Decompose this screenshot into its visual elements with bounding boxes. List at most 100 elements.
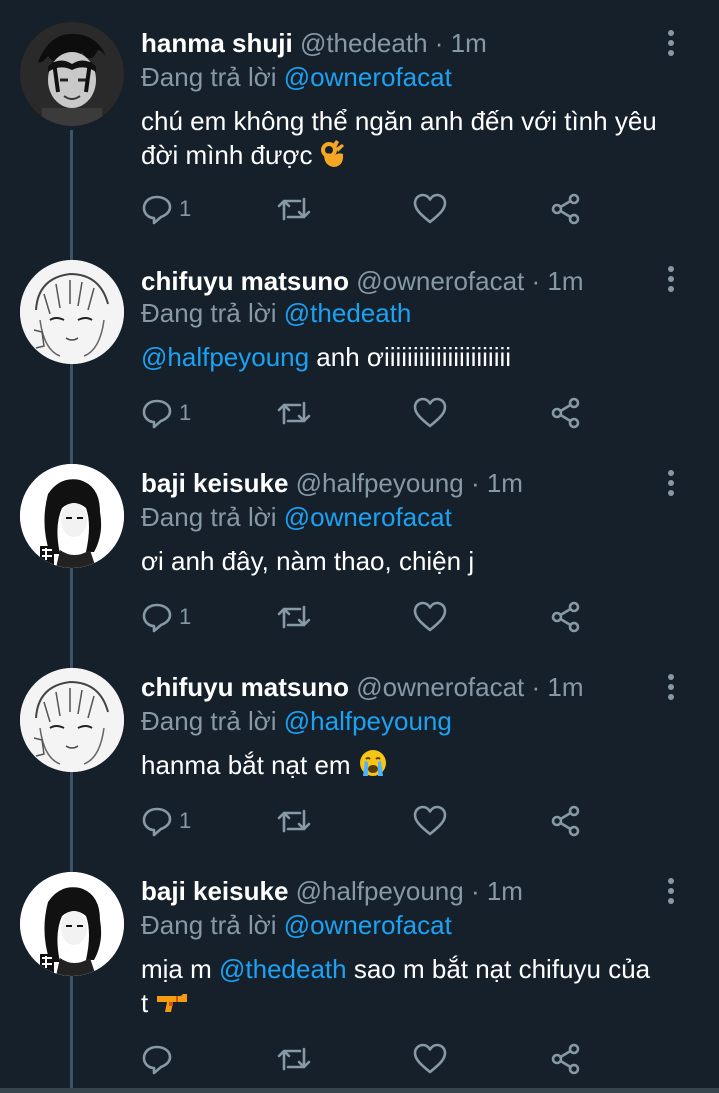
retweet-button[interactable]	[276, 600, 312, 634]
avatar[interactable]	[20, 668, 124, 772]
avatar[interactable]	[20, 872, 124, 976]
display-name[interactable]: chifuyu matsuno	[141, 672, 349, 702]
reply-count: 1	[179, 808, 192, 833]
timestamp[interactable]: 1m	[547, 672, 583, 702]
tweet-header: chifuyu matsuno @ownerofacat · 1m	[141, 670, 584, 704]
replying-to: Đang trả lời @ownerofacat	[141, 500, 452, 534]
tweet-actions: 1	[141, 600, 601, 634]
separator: ·	[463, 876, 487, 906]
retweet-icon	[277, 401, 311, 425]
like-button[interactable]	[413, 192, 447, 226]
tweet-body: chú em không thể ngăn anh đến với tình y…	[141, 104, 681, 176]
tweet-header: chifuyu matsuno @ownerofacat · 1m	[141, 264, 584, 298]
reply-button[interactable]	[141, 1042, 179, 1076]
like-button[interactable]	[413, 804, 447, 838]
replying-prefix: Đang trả lời	[141, 62, 284, 92]
replying-mention[interactable]: @ownerofacat	[284, 62, 452, 92]
more-vertical-icon[interactable]	[665, 878, 677, 908]
separator: ·	[524, 672, 548, 702]
like-button[interactable]	[413, 1042, 447, 1076]
reply-icon	[142, 1045, 172, 1075]
replying-mention[interactable]: @thedeath	[284, 298, 412, 328]
tweet-actions: 1	[141, 396, 601, 430]
share-icon	[551, 193, 580, 225]
tweet-mention[interactable]: @thedeath	[219, 954, 347, 984]
reply-button[interactable]: 1	[141, 804, 191, 838]
replying-prefix: Đang trả lời	[141, 502, 284, 532]
timestamp[interactable]: 1m	[451, 28, 487, 58]
tweet-actions	[141, 1042, 601, 1076]
share-button[interactable]	[549, 1042, 583, 1076]
more-vertical-icon[interactable]	[665, 266, 677, 296]
more-vertical-icon[interactable]	[665, 674, 677, 704]
retweet-button[interactable]	[276, 192, 312, 226]
avatar[interactable]	[20, 22, 124, 126]
reply-count: 1	[179, 196, 192, 221]
like-icon	[413, 397, 447, 428]
handle[interactable]: @halfpeyoung	[296, 468, 464, 498]
like-icon	[413, 805, 447, 836]
like-icon	[413, 1043, 447, 1074]
replying-mention[interactable]: @ownerofacat	[284, 502, 452, 532]
share-button[interactable]	[549, 192, 583, 226]
like-button[interactable]	[413, 600, 447, 634]
retweet-button[interactable]	[276, 804, 312, 838]
tweet[interactable]: baji keisuke @halfpeyoung · 1m Đang trả …	[0, 850, 719, 1088]
handle[interactable]: @ownerofacat	[356, 672, 524, 702]
share-button[interactable]	[549, 600, 583, 634]
avatar[interactable]	[20, 260, 124, 364]
tweet[interactable]: chifuyu matsuno @ownerofacat · 1m Đang t…	[0, 238, 719, 442]
like-button[interactable]	[413, 396, 447, 430]
retweet-button[interactable]	[276, 396, 312, 430]
retweet-button[interactable]	[276, 1042, 312, 1076]
more-vertical-icon[interactable]	[665, 470, 677, 500]
reply-button[interactable]: 1	[141, 600, 191, 634]
replying-to: Đang trả lời @ownerofacat	[141, 60, 452, 94]
like-icon	[413, 601, 447, 632]
avatar[interactable]	[20, 464, 124, 568]
replying-mention[interactable]: @ownerofacat	[284, 910, 452, 940]
replying-prefix: Đang trả lời	[141, 298, 284, 328]
reply-button[interactable]: 1	[141, 192, 191, 226]
display-name[interactable]: baji keisuke	[141, 468, 288, 498]
tweet-header: baji keisuke @halfpeyoung · 1m	[141, 874, 523, 908]
replying-to: Đang trả lời @ownerofacat	[141, 908, 452, 942]
tweet-text: ơi anh đây, nàm thao, chiện j	[141, 546, 475, 576]
bottom-divider	[0, 1088, 719, 1093]
handle[interactable]: @thedeath	[300, 28, 428, 58]
timestamp[interactable]: 1m	[487, 468, 523, 498]
tweet-text: chú em không thể ngăn anh đến với tình y…	[141, 106, 657, 170]
display-name[interactable]: chifuyu matsuno	[141, 266, 349, 296]
separator: ·	[427, 28, 451, 58]
retweet-icon	[277, 809, 311, 833]
retweet-icon	[277, 197, 311, 221]
tweet-text: anh ơiiiiiiiiiiiiiiiiiiiiii	[309, 342, 512, 372]
replying-prefix: Đang trả lời	[141, 910, 284, 940]
share-button[interactable]	[549, 804, 583, 838]
reply-icon	[142, 399, 172, 429]
display-name[interactable]: hanma shuji	[141, 28, 293, 58]
share-icon	[551, 1043, 580, 1075]
like-icon	[413, 193, 447, 224]
timestamp[interactable]: 1m	[547, 266, 583, 296]
reply-button[interactable]: 1	[141, 396, 191, 430]
tweet[interactable]: chifuyu matsuno @ownerofacat · 1m Đang t…	[0, 646, 719, 850]
timestamp[interactable]: 1m	[487, 876, 523, 906]
display-name[interactable]: baji keisuke	[141, 876, 288, 906]
replying-mention[interactable]: @halfpeyoung	[284, 706, 452, 736]
tweet-header: baji keisuke @halfpeyoung · 1m	[141, 466, 523, 500]
tweet[interactable]: hanma shuji @thedeath · 1m Đang trả lời …	[0, 0, 719, 225]
share-button[interactable]	[549, 396, 583, 430]
separator: ·	[524, 266, 548, 296]
tweet-body: hanma bắt nạt em	[141, 748, 681, 786]
tweet-actions: 1	[141, 192, 601, 226]
more-vertical-icon[interactable]	[665, 30, 677, 60]
water-pistol-emoji	[155, 990, 189, 1024]
tweet-mention[interactable]: @halfpeyoung	[141, 342, 309, 372]
crying-face-emoji	[358, 748, 388, 786]
tweet[interactable]: baji keisuke @halfpeyoung · 1m Đang trả …	[0, 442, 719, 646]
share-icon	[551, 601, 580, 633]
handle[interactable]: @ownerofacat	[356, 266, 524, 296]
tweet-header: hanma shuji @thedeath · 1m	[141, 26, 487, 60]
handle[interactable]: @halfpeyoung	[296, 876, 464, 906]
